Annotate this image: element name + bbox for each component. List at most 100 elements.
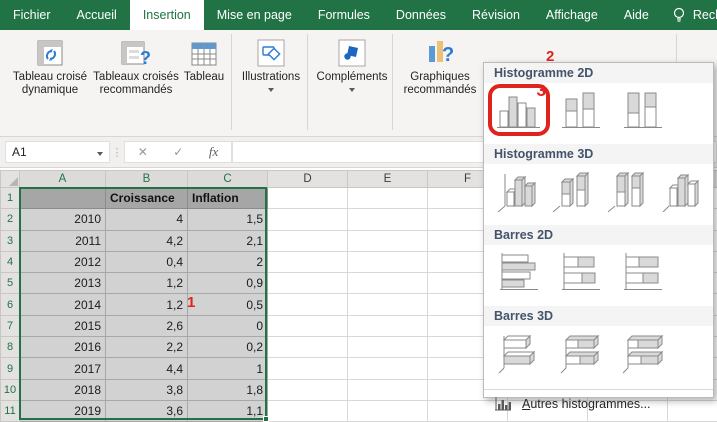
cell[interactable]: 2018 [20, 379, 106, 400]
tell-me-search[interactable]: Reche [662, 0, 717, 30]
cell[interactable]: 0,2 [188, 337, 268, 358]
cell[interactable]: 4 [106, 209, 188, 230]
insert-function-icon[interactable]: fx [209, 144, 218, 160]
tab-mise-en-page[interactable]: Mise en page [204, 0, 305, 30]
cell[interactable]: 4,4 [106, 358, 188, 379]
cell[interactable]: 2016 [20, 337, 106, 358]
cell[interactable]: 2010 [20, 209, 106, 230]
row-header[interactable]: 2 [1, 209, 20, 230]
row-header[interactable]: 8 [1, 337, 20, 358]
cell[interactable]: 2015 [20, 315, 106, 336]
clustered-column-3d-item[interactable] [496, 170, 540, 217]
formula-bar-handle[interactable]: ⋮ [110, 146, 124, 159]
cell[interactable]: 0 [188, 315, 268, 336]
col-header-C[interactable]: C [188, 171, 268, 188]
stacked-100-column-3d-item[interactable] [606, 170, 650, 217]
name-box[interactable]: A1 [5, 141, 110, 163]
cell[interactable] [348, 273, 428, 294]
cell[interactable]: 0,5 [188, 294, 268, 315]
cell[interactable]: 2019 [20, 400, 106, 421]
col-header-E[interactable]: E [348, 171, 428, 188]
pivot-table-button[interactable]: Tableau croisé dynamique [8, 34, 92, 97]
cell[interactable] [348, 400, 428, 421]
cell[interactable]: 1,2 [106, 294, 188, 315]
cell-B1[interactable]: Croissance [106, 188, 188, 209]
stacked-100-bar-3d-item[interactable] [620, 332, 666, 379]
cell[interactable] [268, 400, 348, 421]
cell[interactable] [268, 251, 348, 272]
row-header[interactable]: 9 [1, 358, 20, 379]
column-3d-item[interactable] [661, 170, 705, 217]
stacked-bar-item[interactable] [558, 251, 604, 298]
tab-donnees[interactable]: Données [383, 0, 459, 30]
cell[interactable] [348, 379, 428, 400]
row-header[interactable]: 11 [1, 400, 20, 421]
stacked-100-bar-item[interactable] [620, 251, 666, 298]
cell[interactable]: 2013 [20, 273, 106, 294]
clustered-bar-3d-item[interactable] [496, 332, 542, 379]
select-all-corner[interactable] [1, 171, 20, 188]
stacked-column-3d-item[interactable] [551, 170, 595, 217]
tab-affichage[interactable]: Affichage [533, 0, 611, 30]
cell[interactable] [348, 188, 428, 209]
row-header[interactable]: 3 [1, 230, 20, 251]
cell[interactable]: 3,8 [106, 379, 188, 400]
stacked-bar-3d-item[interactable] [558, 332, 604, 379]
row-header[interactable]: 1 [1, 188, 20, 209]
enter-icon[interactable]: ✓ [173, 145, 183, 159]
cell[interactable] [268, 379, 348, 400]
cell[interactable]: 2017 [20, 358, 106, 379]
tab-insertion[interactable]: Insertion [130, 0, 204, 30]
cell[interactable] [268, 315, 348, 336]
recommended-charts-button[interactable]: ? Graphiques recommandés [399, 34, 481, 97]
cell[interactable] [348, 315, 428, 336]
cell[interactable]: 1,2 [106, 273, 188, 294]
cell[interactable]: 4,2 [106, 230, 188, 251]
cell[interactable]: 1 [188, 358, 268, 379]
cell[interactable]: 2012 [20, 251, 106, 272]
tab-fichier[interactable]: Fichier [0, 0, 64, 30]
cell[interactable]: 3,6 [106, 400, 188, 421]
row-header[interactable]: 7 [1, 315, 20, 336]
col-header-A[interactable]: A [20, 171, 106, 188]
row-header[interactable]: 6 [1, 294, 20, 315]
cell[interactable]: 0,4 [106, 251, 188, 272]
cell[interactable] [268, 188, 348, 209]
row-header[interactable]: 4 [1, 251, 20, 272]
cell[interactable] [268, 358, 348, 379]
col-header-B[interactable]: B [106, 171, 188, 188]
cell-A1[interactable] [20, 188, 106, 209]
cell[interactable] [348, 251, 428, 272]
cell[interactable] [268, 337, 348, 358]
cell[interactable] [268, 273, 348, 294]
tab-formules[interactable]: Formules [305, 0, 383, 30]
cell[interactable]: 2,2 [106, 337, 188, 358]
tab-revision[interactable]: Révision [459, 0, 533, 30]
tab-aide[interactable]: Aide [611, 0, 662, 30]
clustered-bar-item[interactable] [496, 251, 542, 298]
cell[interactable]: 2,1 [188, 230, 268, 251]
row-header[interactable]: 5 [1, 273, 20, 294]
tab-accueil[interactable]: Accueil [64, 0, 130, 30]
cell[interactable]: 1,8 [188, 379, 268, 400]
clustered-column-item[interactable]: 3 [496, 89, 542, 136]
cancel-icon[interactable]: ✕ [138, 145, 148, 159]
cell[interactable]: 2,6 [106, 315, 188, 336]
recommended-pivots-button[interactable]: ? Tableaux croisés recommandés [92, 34, 180, 97]
cell[interactable] [268, 294, 348, 315]
cell[interactable] [268, 209, 348, 230]
cell[interactable] [348, 209, 428, 230]
stacked-100-column-item[interactable] [620, 89, 666, 136]
cell[interactable] [348, 294, 428, 315]
table-button[interactable]: Tableau [180, 34, 228, 84]
cell[interactable] [348, 230, 428, 251]
row-header[interactable]: 10 [1, 379, 20, 400]
cell[interactable]: 2 [188, 251, 268, 272]
cell-C1[interactable]: Inflation [188, 188, 268, 209]
cell[interactable]: 2014 [20, 294, 106, 315]
illustrations-button[interactable]: Illustrations [238, 34, 304, 92]
addins-button[interactable]: Compléments [314, 34, 390, 92]
cell[interactable]: 1,5 [188, 209, 268, 230]
cell[interactable] [268, 230, 348, 251]
col-header-D[interactable]: D [268, 171, 348, 188]
